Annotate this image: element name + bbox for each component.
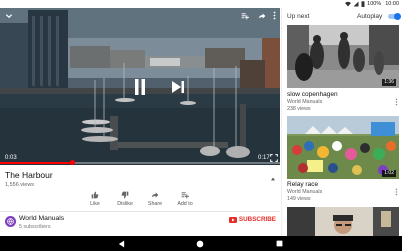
up-next-title-2[interactable]: Relay race [287,181,318,188]
seek-bar-played [0,162,73,164]
youtube-watch-screen: 100% 10:00 0:03 0:17 The Harbour 1,556 v… [0,0,402,251]
action-bar: Like Dislike Share Add to [80,191,200,207]
seek-bar[interactable] [0,160,280,165]
channel-avatar[interactable] [5,216,16,227]
up-next-more-button-2[interactable] [395,183,399,196]
autoplay-toggle-thumb [394,13,401,20]
back-button[interactable] [116,239,126,248]
pause-button[interactable] [132,78,148,96]
chevron-up-icon [271,177,275,181]
duration: 0:17 [258,155,270,161]
add-to-playlist-icon [241,12,249,19]
fullscreen-icon [269,153,278,162]
add-to-button[interactable]: Add to [170,191,200,207]
dislike-button[interactable]: Dislike [110,191,140,207]
globe-icon [7,218,14,225]
add-to-icon [181,192,189,199]
video-player[interactable]: 0:03 0:17 [0,8,280,165]
battery-icon [361,1,365,7]
back-icon [118,240,124,247]
up-next-views-1: 238 views [287,106,311,112]
fullscreen-button[interactable] [269,153,278,162]
autoplay-label: Autoplay [357,13,383,20]
like-button[interactable]: Like [80,191,110,207]
status-bar: 100% 10:00 [0,0,402,8]
up-next-thumbnail-2[interactable]: 1:02 [287,116,399,179]
up-next-channel-1: World Manuals [287,99,323,105]
youtube-logo-icon [228,216,237,223]
home-icon [196,240,204,247]
expand-description-button[interactable] [269,170,277,181]
autoplay-toggle[interactable] [388,13,401,20]
thumb-up-icon [91,191,99,199]
navigation-bar [0,236,402,251]
up-next-panel: Up next Autoplay 1:36 slow copenhagen Wo… [281,8,402,236]
more-vert-icon [395,98,398,106]
dislike-label: Dislike [117,201,133,207]
share-icon [151,192,159,198]
up-next-views-2: 149 views [287,196,311,202]
next-video-button[interactable] [170,80,186,94]
share-button[interactable]: Share [140,191,170,207]
home-button[interactable] [195,239,205,248]
channel-row: World Manuals 5 subscribers SUBSCRIBE [5,214,277,234]
up-next-channel-2: World Manuals [287,189,323,195]
more-vert-icon [273,11,275,20]
clock: 10:00 [385,1,399,7]
add-to-label: Add to [177,201,193,207]
recents-icon [276,240,282,247]
thumb-down-icon [121,191,129,199]
share-label: Share [147,201,163,207]
wifi-icon [345,1,352,7]
up-next-heading: Up next [287,13,310,20]
battery-percent: 100% [367,1,382,7]
recents-button[interactable] [274,239,284,248]
share-icon [258,12,265,19]
signal-icon [353,1,359,7]
thumbnail-person [287,207,399,236]
current-time: 0:03 [5,155,17,161]
subscriber-count: 5 subscribers [19,224,51,230]
video-title: The Harbour [5,170,53,180]
more-vert-icon [395,188,398,196]
add-to-playlist-button[interactable] [240,11,249,20]
video-duration: 1:02 [382,170,396,177]
skip-next-icon [172,81,184,93]
divider [0,211,280,212]
pause-icon [135,79,145,95]
subscribe-button[interactable]: SUBSCRIBE [228,216,276,223]
view-count: 1,556 views [5,182,35,188]
like-label: Like [90,201,100,207]
player-more-button[interactable] [271,11,277,20]
up-next-title-1[interactable]: slow copenhagen [287,91,338,98]
minimize-button[interactable] [4,11,13,20]
up-next-thumbnail-1[interactable]: 1:36 [287,25,399,88]
share-video-button[interactable] [257,11,266,20]
up-next-more-button-1[interactable] [395,93,399,106]
subscribe-label: SUBSCRIBE [238,216,276,223]
chevron-down-icon [5,13,12,18]
channel-name[interactable]: World Manuals [19,215,64,222]
video-duration: 1:36 [382,79,396,86]
up-next-thumbnail-3[interactable] [287,207,399,236]
